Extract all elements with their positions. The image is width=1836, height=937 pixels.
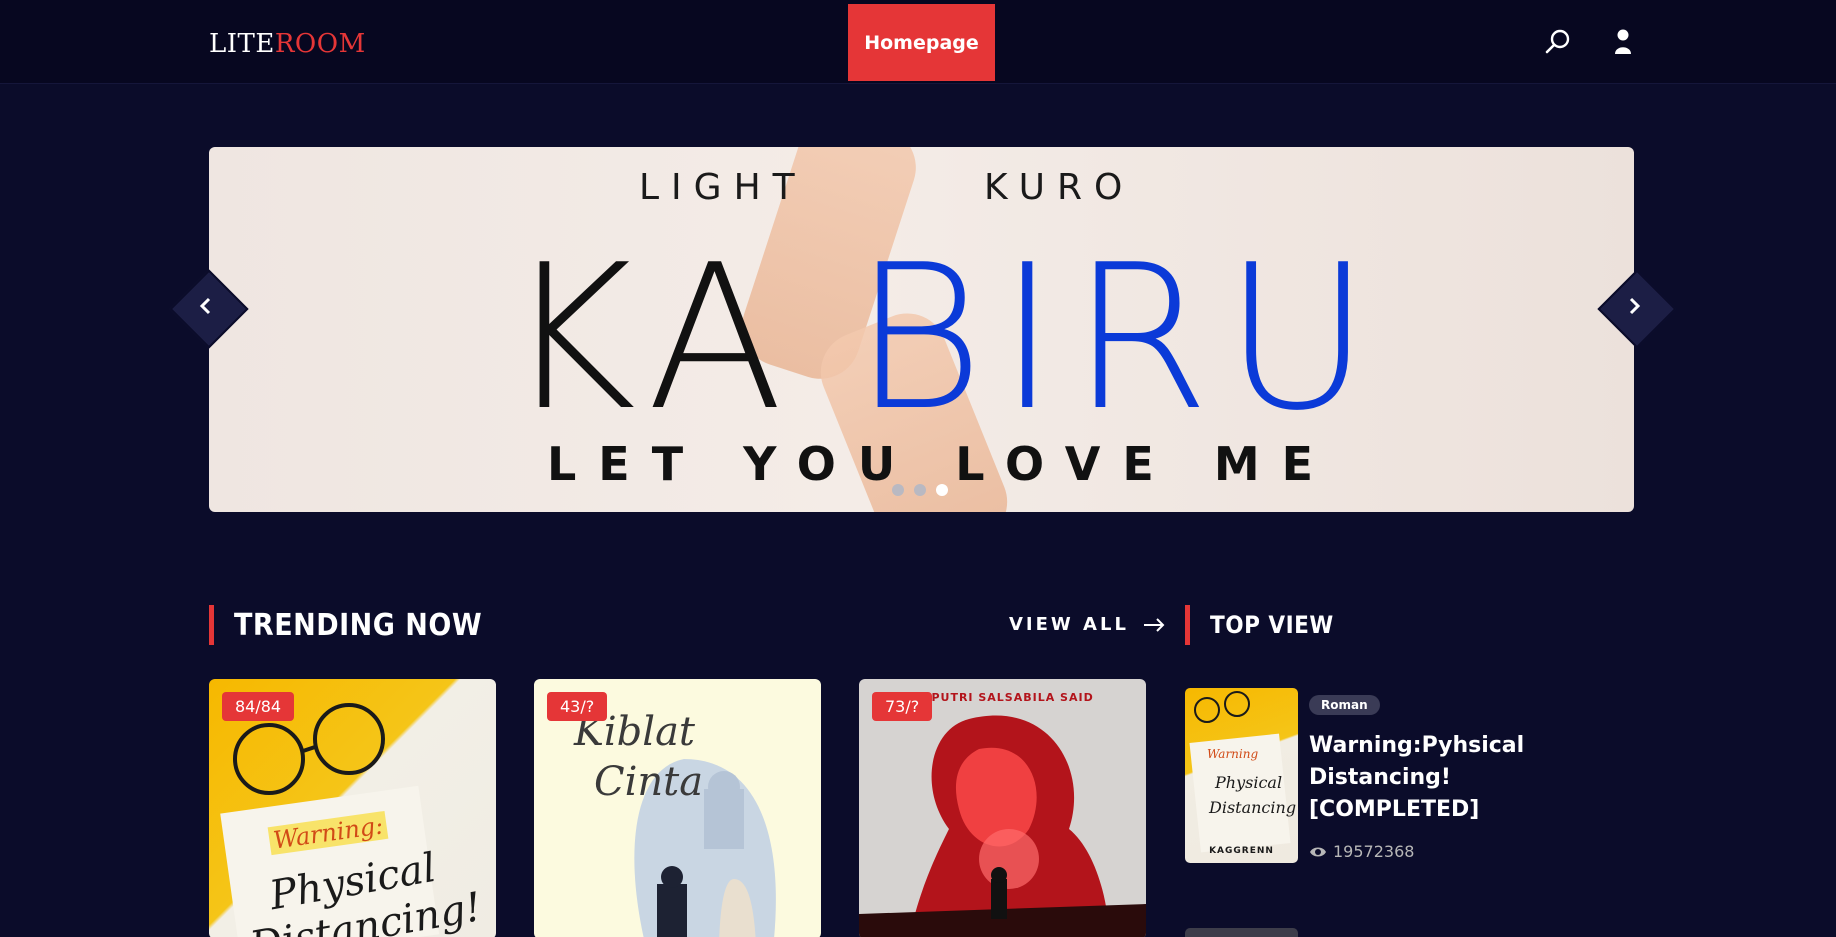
nav-homepage-link[interactable]: Homepage — [848, 4, 995, 81]
hero-author-left: LIGHT — [639, 167, 807, 208]
user-icon[interactable] — [1608, 27, 1638, 57]
view-count: 19572368 — [1309, 842, 1414, 861]
slider-dot-3[interactable] — [936, 484, 948, 496]
trending-card[interactable]: Kiblat Cinta 43/? — [534, 679, 821, 937]
logo-text-lite: LITE — [209, 29, 275, 59]
logo-text-room: ROOM — [274, 29, 366, 59]
thumbnail-cover-art: Warning Physical Distancing — [1189, 691, 1296, 853]
site-header: LITEROOM Homepage — [0, 0, 1836, 84]
section-accent-bar — [209, 605, 214, 645]
slider-dot-2[interactable] — [914, 484, 926, 496]
genre-badge[interactable]: Roman — [1309, 695, 1380, 715]
hero-author-right: KURO — [984, 167, 1135, 208]
site-logo[interactable]: LITEROOM — [209, 28, 366, 60]
view-all-link[interactable]: VIEW ALL — [1009, 614, 1165, 635]
slider-prev-button[interactable] — [166, 266, 249, 349]
eye-icon — [1310, 847, 1326, 856]
trending-section-header: TRENDING NOW — [209, 605, 482, 645]
search-icon[interactable] — [1543, 27, 1573, 57]
top-view-title: TOP VIEW — [1210, 611, 1334, 639]
hero-title-left: KA — [505, 222, 798, 455]
hero-title-right: BIRU — [853, 222, 1385, 455]
chevron-left-icon — [199, 297, 211, 315]
top-view-section-header: TOP VIEW — [1185, 605, 1334, 645]
chapter-badge: 84/84 — [222, 692, 295, 721]
slider-dots — [892, 484, 948, 496]
trending-card[interactable]: YAH PUTRI SALSABILA SAID 73/? — [859, 679, 1146, 937]
top-view-item-title[interactable]: Warning:Pyhsical Distancing! [COMPLETED] — [1309, 730, 1559, 826]
svg-text:Physical: Physical — [1214, 773, 1282, 792]
hero-banner[interactable]: LIGHT KURO KA BIRU LET YOU LOVE ME — [209, 147, 1634, 512]
card-cover-text: Cinta — [594, 759, 704, 805]
trending-card[interactable]: Warning: Physical Distancing! 84/84 — [209, 679, 496, 937]
thumbnail-author: KAGGRENN — [1209, 846, 1274, 856]
top-view-thumbnail[interactable]: Warning Physical Distancing KAGGRENN — [1185, 688, 1298, 863]
svg-text:Distancing: Distancing — [1208, 798, 1296, 817]
view-all-label: VIEW ALL — [1009, 614, 1129, 635]
section-accent-bar — [1185, 605, 1190, 645]
slider-dot-1[interactable] — [892, 484, 904, 496]
svg-text:Warning: Warning — [1207, 747, 1258, 761]
hero-tagline: LET YOU LOVE ME — [547, 437, 1336, 491]
chapter-badge: 43/? — [547, 692, 608, 721]
chevron-right-icon — [1629, 297, 1641, 315]
trending-title: TRENDING NOW — [234, 607, 483, 643]
arrow-right-icon — [1143, 617, 1165, 632]
slider-next-button[interactable] — [1594, 266, 1677, 349]
top-view-item: Warning Physical Distancing KAGGRENN Rom… — [1185, 688, 1605, 864]
view-count-value: 19572368 — [1333, 842, 1415, 861]
chapter-badge: 73/? — [872, 692, 933, 721]
top-view-thumbnail[interactable] — [1185, 928, 1298, 937]
